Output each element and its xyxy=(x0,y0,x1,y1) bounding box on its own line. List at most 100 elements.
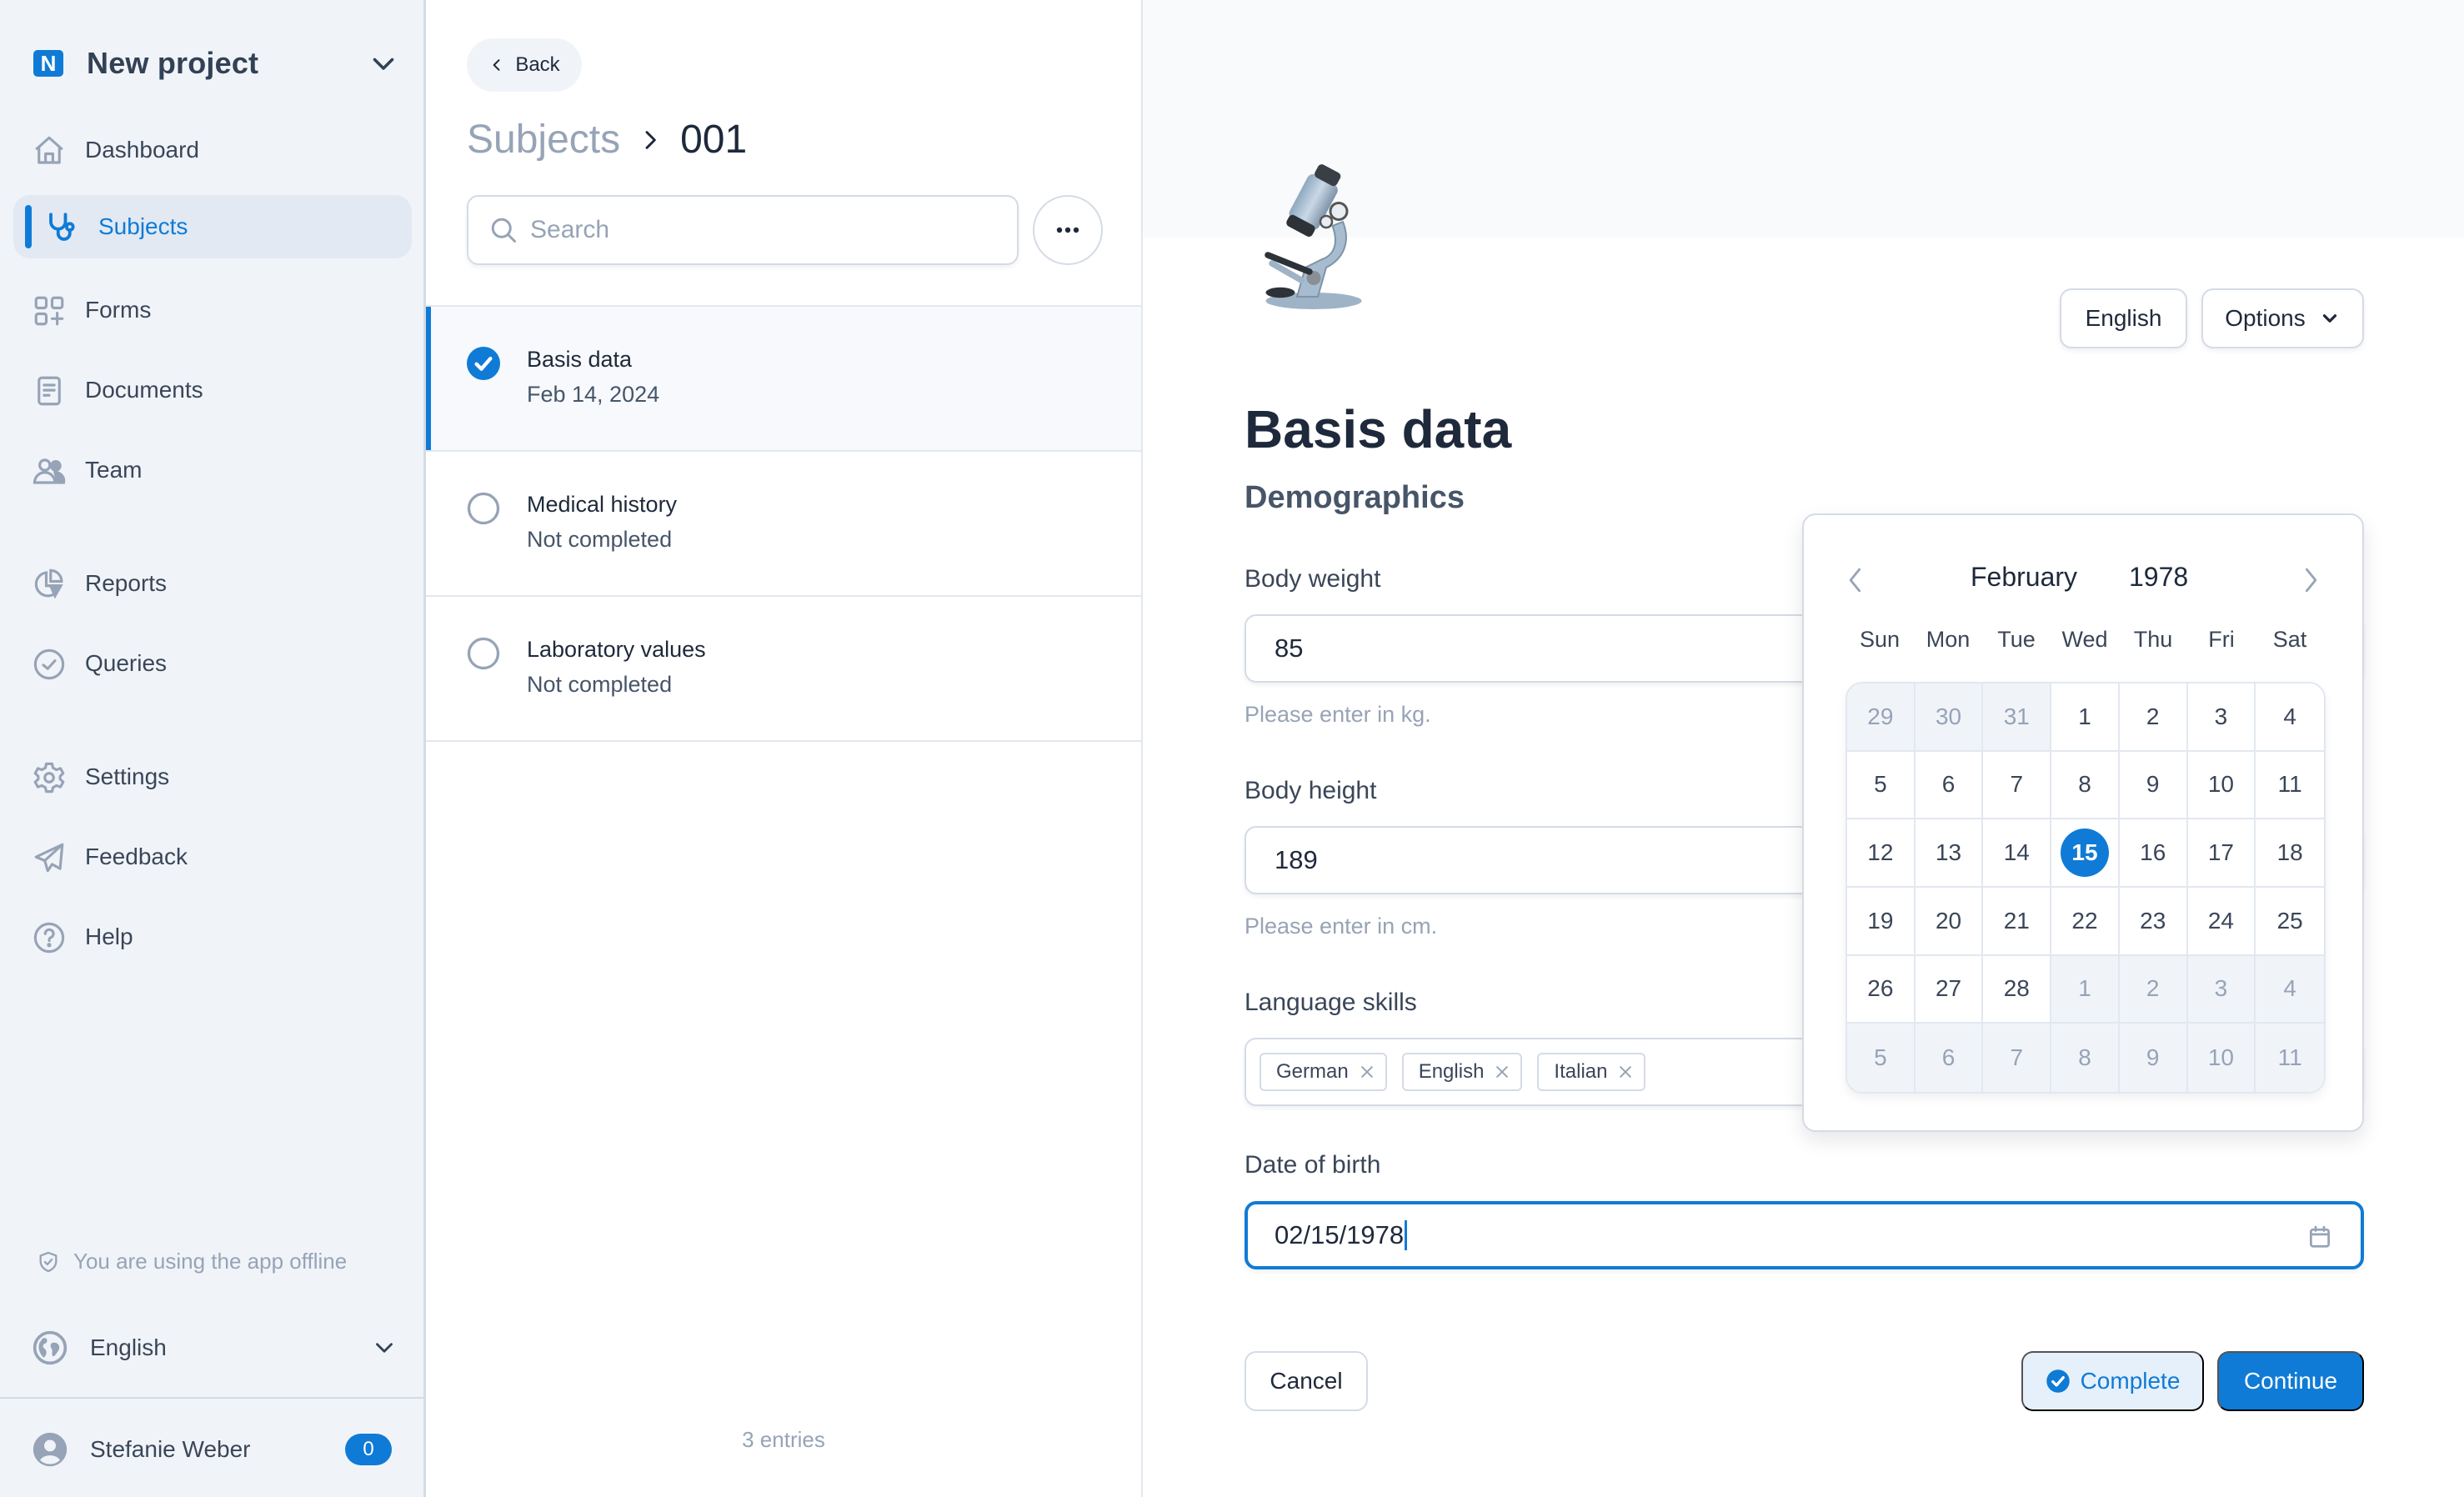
calendar-day[interactable]: 9 xyxy=(2119,751,2188,820)
sidebar-item-team[interactable]: Team xyxy=(13,438,412,502)
language-button[interactable]: English xyxy=(2060,288,2187,348)
calendar-day-outside[interactable]: 10 xyxy=(2187,1024,2256,1092)
calendar-day[interactable]: 19 xyxy=(1847,887,1916,956)
language-selector[interactable]: English xyxy=(32,1327,398,1369)
day-number: 4 xyxy=(2283,975,2296,1002)
more-options-button[interactable] xyxy=(1033,195,1103,265)
calendar-day[interactable]: 26 xyxy=(1847,955,1916,1024)
back-button[interactable]: Back xyxy=(467,38,582,92)
calendar-day-outside[interactable]: 8 xyxy=(2051,1024,2120,1092)
breadcrumb: Subjects 001 xyxy=(467,117,747,163)
calendar-day[interactable]: 3 xyxy=(2187,683,2256,752)
notification-badge[interactable]: 0 xyxy=(345,1434,392,1465)
datepicker-year[interactable]: 1978 xyxy=(2129,562,2188,593)
sidebar-item-subjects[interactable]: Subjects xyxy=(13,195,412,258)
calendar-day[interactable]: 22 xyxy=(2051,887,2120,956)
calendar-day[interactable]: 2 xyxy=(2119,683,2188,752)
calendar-day[interactable]: 28 xyxy=(1983,955,2052,1024)
breadcrumb-current: 001 xyxy=(680,118,748,162)
calendar-day[interactable]: 11 xyxy=(2256,751,2324,820)
project-switcher[interactable]: N New project xyxy=(33,40,400,87)
sidebar-item-forms[interactable]: Forms xyxy=(13,278,412,342)
search-input[interactable] xyxy=(530,216,997,244)
calendar-day[interactable]: 17 xyxy=(2187,819,2256,888)
avatar-icon xyxy=(33,1432,68,1467)
sidebar-item-label: Forms xyxy=(85,297,152,323)
calendar-day[interactable]: 16 xyxy=(2119,819,2188,888)
calendar-day[interactable]: 7 xyxy=(1983,751,2052,820)
calendar-day[interactable]: 6 xyxy=(1915,751,1984,820)
next-month-button[interactable] xyxy=(2294,562,2327,598)
sidebar: N New project Dashboard Subjects Forms D… xyxy=(0,0,426,1497)
chevron-left-icon xyxy=(1849,568,1861,593)
paper-plane-icon xyxy=(34,843,64,873)
calendar-day-outside[interactable]: 4 xyxy=(2256,955,2324,1024)
calendar-day-outside[interactable]: 5 xyxy=(1847,1024,1916,1092)
day-number: 2 xyxy=(2146,703,2160,729)
calendar-day-selected[interactable]: 15 xyxy=(2051,819,2120,888)
calendar-day[interactable]: 14 xyxy=(1983,819,2052,888)
sidebar-item-help[interactable]: Help xyxy=(13,905,412,969)
options-dropdown[interactable]: Options xyxy=(2201,288,2364,348)
list-item[interactable]: Basis data Feb 14, 2024 xyxy=(426,307,1141,452)
previous-month-button[interactable] xyxy=(1839,562,1872,598)
calendar-day[interactable]: 4 xyxy=(2256,683,2324,752)
calendar-day[interactable]: 8 xyxy=(2051,751,2120,820)
complete-button[interactable]: Complete xyxy=(2021,1351,2204,1411)
close-icon[interactable] xyxy=(1359,1064,1375,1080)
calendar-day-outside[interactable]: 2 xyxy=(2119,955,2188,1024)
cancel-button[interactable]: Cancel xyxy=(1245,1351,1368,1411)
form-status: Not completed xyxy=(527,672,673,697)
calendar-day-outside[interactable]: 31 xyxy=(1983,683,2052,752)
calendar-day-outside[interactable]: 9 xyxy=(2119,1024,2188,1092)
project-logo: N xyxy=(33,50,63,77)
sidebar-divider xyxy=(0,1397,423,1399)
breadcrumb-parent[interactable]: Subjects xyxy=(467,117,620,163)
calendar-day[interactable]: 10 xyxy=(2187,751,2256,820)
day-number: 7 xyxy=(2010,1044,2024,1071)
calendar-day[interactable]: 13 xyxy=(1915,819,1984,888)
list-item[interactable]: Medical history Not completed xyxy=(426,452,1141,597)
calendar-day-outside[interactable]: 1 xyxy=(2051,955,2120,1024)
form-title: Medical history xyxy=(527,492,678,517)
calendar-day-outside[interactable]: 30 xyxy=(1915,683,1984,752)
sidebar-item-settings[interactable]: Settings xyxy=(13,745,412,809)
sidebar-item-queries[interactable]: Queries xyxy=(13,632,412,695)
list-item[interactable]: Laboratory values Not completed xyxy=(426,597,1141,742)
empty-circle-icon xyxy=(467,492,500,525)
calendar-day[interactable]: 23 xyxy=(2119,887,2188,956)
sidebar-item-reports[interactable]: Reports xyxy=(13,552,412,615)
datepicker-month[interactable]: February xyxy=(1971,562,2077,593)
calendar-day-outside[interactable]: 11 xyxy=(2256,1024,2324,1092)
close-icon[interactable] xyxy=(1494,1064,1510,1080)
date-of-birth-input[interactable]: 02/15/1978 xyxy=(1245,1201,2364,1269)
calendar-day[interactable]: 21 xyxy=(1983,887,2052,956)
calendar-icon[interactable] xyxy=(2307,1224,2332,1249)
chevron-down-icon[interactable] xyxy=(367,48,400,78)
sidebar-item-feedback[interactable]: Feedback xyxy=(13,825,412,889)
sidebar-item-documents[interactable]: Documents xyxy=(13,358,412,422)
calendar-day[interactable]: 1 xyxy=(2051,683,2120,752)
sidebar-item-dashboard[interactable]: Dashboard xyxy=(13,118,412,182)
close-icon[interactable] xyxy=(1617,1064,1634,1080)
chevron-down-icon xyxy=(2322,314,2336,323)
calendar-day[interactable]: 24 xyxy=(2187,887,2256,956)
calendar-day[interactable]: 20 xyxy=(1915,887,1984,956)
calendar-day[interactable]: 12 xyxy=(1847,819,1916,888)
calendar-day-outside[interactable]: 3 xyxy=(2187,955,2256,1024)
calendar-day[interactable]: 18 xyxy=(2256,819,2324,888)
weekday-label: Wed xyxy=(2061,627,2108,652)
continue-button[interactable]: Continue xyxy=(2217,1351,2364,1411)
calendar-day-outside[interactable]: 6 xyxy=(1915,1024,1984,1092)
tag-italian: Italian xyxy=(1537,1053,1646,1091)
calendar-day[interactable]: 27 xyxy=(1915,955,1984,1024)
calendar-day-outside[interactable]: 29 xyxy=(1847,683,1916,752)
calendar-day[interactable]: 25 xyxy=(2256,887,2324,956)
calendar-day[interactable]: 5 xyxy=(1847,751,1916,820)
search-box[interactable] xyxy=(467,195,1019,265)
body-weight-label: Body weight xyxy=(1245,565,1381,593)
calendar-day-outside[interactable]: 7 xyxy=(1983,1024,2052,1092)
user-menu[interactable]: Stefanie Weber 0 xyxy=(32,1429,398,1470)
day-number: 20 xyxy=(1935,907,1962,934)
form-status: Feb 14, 2024 xyxy=(527,382,660,407)
